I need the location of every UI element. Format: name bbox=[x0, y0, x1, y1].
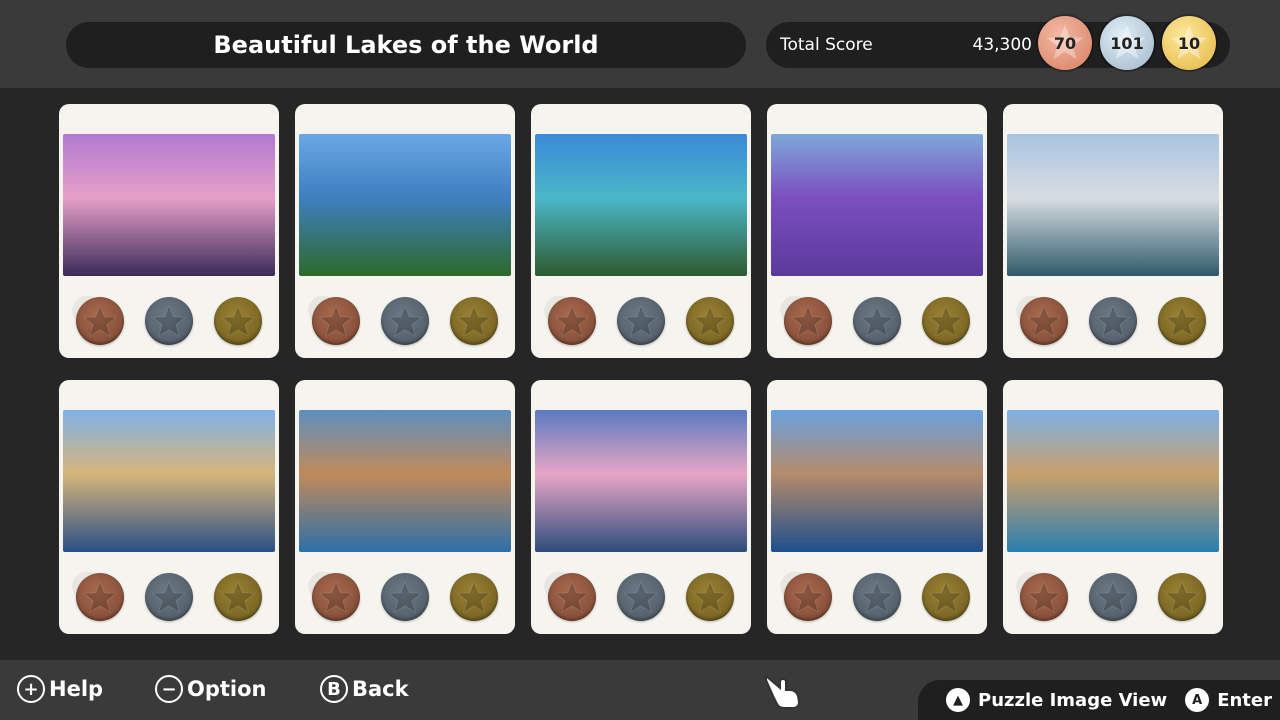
plus-button-icon: + bbox=[17, 675, 45, 703]
puzzle-card[interactable] bbox=[1003, 104, 1223, 358]
puzzle-thumbnail bbox=[535, 410, 747, 552]
bronze-star-slot-icon bbox=[1020, 573, 1068, 621]
puzzle-card[interactable] bbox=[767, 380, 987, 634]
silver-star-slot-icon bbox=[145, 573, 193, 621]
silver-star-slot-icon bbox=[617, 573, 665, 621]
bronze-star-slot-icon bbox=[76, 297, 124, 345]
bronze-star-slot-icon bbox=[548, 573, 596, 621]
gold-star-slot-icon bbox=[686, 297, 734, 345]
silver-medal-count: 101 bbox=[1110, 33, 1144, 53]
gold-star-slot-icon bbox=[922, 573, 970, 621]
silver-star-slot-icon bbox=[1089, 573, 1137, 621]
silver-medal-icon: 101 bbox=[1100, 16, 1154, 70]
bronze-star-slot-icon bbox=[548, 297, 596, 345]
gold-star-slot-icon bbox=[1158, 297, 1206, 345]
silver-star-slot-icon bbox=[381, 297, 429, 345]
puzzle-card[interactable] bbox=[1003, 380, 1223, 634]
puzzle-thumbnail bbox=[63, 134, 275, 276]
a-button-icon: A bbox=[1185, 688, 1210, 712]
gold-star-slot-icon bbox=[922, 297, 970, 345]
puzzle-card[interactable] bbox=[295, 380, 515, 634]
bronze-star-slot-icon bbox=[784, 573, 832, 621]
option-button[interactable]: − Option bbox=[155, 672, 267, 706]
hand-pointer-icon bbox=[765, 673, 801, 709]
puzzle-thumbnail bbox=[299, 134, 511, 276]
gold-star-slot-icon bbox=[450, 297, 498, 345]
gold-star-slot-icon bbox=[214, 573, 262, 621]
puzzle-card[interactable] bbox=[59, 104, 279, 358]
puzzle-card[interactable] bbox=[531, 104, 751, 358]
puzzle-image-view-hint[interactable]: ▲ Puzzle Image View bbox=[946, 688, 1167, 712]
puzzle-thumbnail bbox=[1007, 410, 1219, 552]
gold-star-slot-icon bbox=[450, 573, 498, 621]
bronze-star-slot-icon bbox=[76, 573, 124, 621]
bronze-star-slot-icon bbox=[784, 297, 832, 345]
help-label: Help bbox=[49, 677, 104, 701]
bronze-medal-icon: 70 bbox=[1038, 16, 1092, 70]
silver-star-slot-icon bbox=[617, 297, 665, 345]
enter-hint[interactable]: A Enter bbox=[1185, 688, 1272, 712]
puzzle-card[interactable] bbox=[59, 380, 279, 634]
collection-title-bar: Beautiful Lakes of the World bbox=[66, 22, 746, 68]
action-hints: ▲ Puzzle Image View A Enter bbox=[918, 680, 1280, 720]
puzzle-thumbnail bbox=[63, 410, 275, 552]
puzzle-thumbnail bbox=[535, 134, 747, 276]
gold-medal-count: 10 bbox=[1177, 33, 1201, 53]
bronze-medal-count: 70 bbox=[1053, 33, 1077, 53]
b-button-icon: B bbox=[320, 675, 348, 703]
bronze-star-slot-icon bbox=[312, 573, 360, 621]
puzzle-card[interactable] bbox=[767, 104, 987, 358]
bronze-star-slot-icon bbox=[312, 297, 360, 345]
gold-medal-icon: 10 bbox=[1162, 16, 1216, 70]
bronze-star-slot-icon bbox=[1020, 297, 1068, 345]
triangle-button-icon: ▲ bbox=[946, 688, 970, 712]
silver-star-slot-icon bbox=[853, 297, 901, 345]
puzzle-image-view-label: Puzzle Image View bbox=[978, 689, 1168, 711]
total-score-value: 43,300 bbox=[972, 35, 1032, 55]
gold-star-slot-icon bbox=[1158, 573, 1206, 621]
gold-star-slot-icon bbox=[214, 297, 262, 345]
back-label: Back bbox=[352, 677, 409, 701]
puzzle-card[interactable] bbox=[531, 380, 751, 634]
puzzle-thumbnail bbox=[1007, 134, 1219, 276]
silver-star-slot-icon bbox=[853, 573, 901, 621]
puzzle-card[interactable] bbox=[295, 104, 515, 358]
silver-star-slot-icon bbox=[381, 573, 429, 621]
option-label: Option bbox=[187, 677, 267, 701]
puzzle-thumbnail bbox=[771, 134, 983, 276]
puzzle-thumbnail bbox=[299, 410, 511, 552]
silver-star-slot-icon bbox=[145, 297, 193, 345]
total-score-panel: Total Score 43,300 70 101 10 bbox=[766, 16, 1230, 70]
help-button[interactable]: + Help bbox=[17, 672, 103, 706]
collection-title: Beautiful Lakes of the World bbox=[213, 31, 599, 59]
back-button[interactable]: B Back bbox=[320, 672, 409, 706]
puzzle-thumbnail bbox=[771, 410, 983, 552]
silver-star-slot-icon bbox=[1089, 297, 1137, 345]
gold-star-slot-icon bbox=[686, 573, 734, 621]
enter-label: Enter bbox=[1217, 689, 1272, 711]
total-score-label: Total Score bbox=[780, 35, 873, 55]
minus-button-icon: − bbox=[155, 675, 183, 703]
